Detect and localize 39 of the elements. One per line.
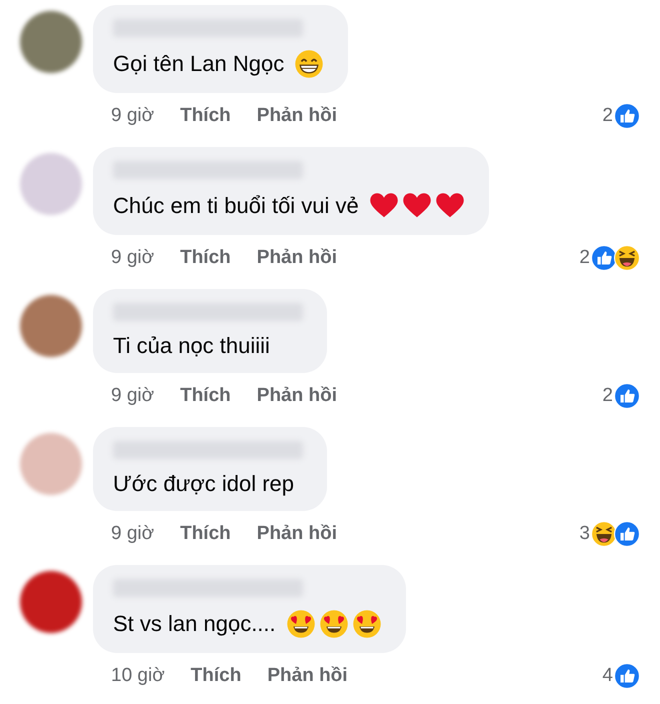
timestamp: 10 giờ (111, 665, 165, 687)
thumbs-up-icon (614, 521, 640, 547)
like-link[interactable]: Thích (190, 665, 242, 687)
thumbs-up-icon (614, 103, 640, 129)
like-link[interactable]: Thích (180, 523, 231, 545)
reply-link[interactable]: Phản hồi (256, 523, 337, 545)
avatar[interactable] (20, 571, 82, 633)
heart-eyes-face-icon (352, 609, 382, 639)
reply-link[interactable]: Phản hồi (256, 385, 337, 407)
avatar[interactable] (20, 295, 82, 357)
heart-eyes-face-icon (318, 609, 349, 639)
reply-link[interactable]: Phản hồi (256, 247, 337, 269)
reply-link[interactable]: Phản hồi (256, 105, 337, 127)
like-link[interactable]: Thích (180, 247, 231, 269)
laughing-face-icon (591, 521, 617, 547)
reaction-count: 3 (579, 523, 590, 545)
laughing-face-icon (614, 245, 640, 271)
timestamp: 9 giờ (111, 247, 154, 269)
timestamp: 9 giờ (111, 385, 154, 407)
heart-eyes-face-icon (286, 609, 316, 639)
reaction-count: 2 (579, 247, 590, 269)
like-link[interactable]: Thích (180, 385, 231, 407)
timestamp: 9 giờ (111, 105, 154, 127)
thumbs-up-icon (614, 663, 640, 689)
reaction-count: 4 (602, 665, 613, 687)
comment-text: St vs lan ngọc.... (113, 611, 276, 637)
comment-text: Chúc em ti buổi tối vui vẻ (113, 193, 359, 219)
thumbs-up-icon (591, 245, 617, 271)
reaction-count: 2 (602, 105, 613, 127)
comment-text: Ti của nọc thuiiii (113, 333, 270, 359)
avatar[interactable] (20, 11, 82, 73)
thumbs-up-icon (614, 383, 640, 409)
reaction-count: 2 (602, 385, 613, 407)
grinning-face-icon (294, 49, 324, 79)
comment-text: Ước được idol rep (113, 471, 294, 497)
reply-link[interactable]: Phản hồi (267, 665, 348, 687)
like-link[interactable]: Thích (180, 105, 231, 127)
comment-text: Gọi tên Lan Ngọc (113, 51, 284, 77)
timestamp: 9 giờ (111, 523, 154, 545)
